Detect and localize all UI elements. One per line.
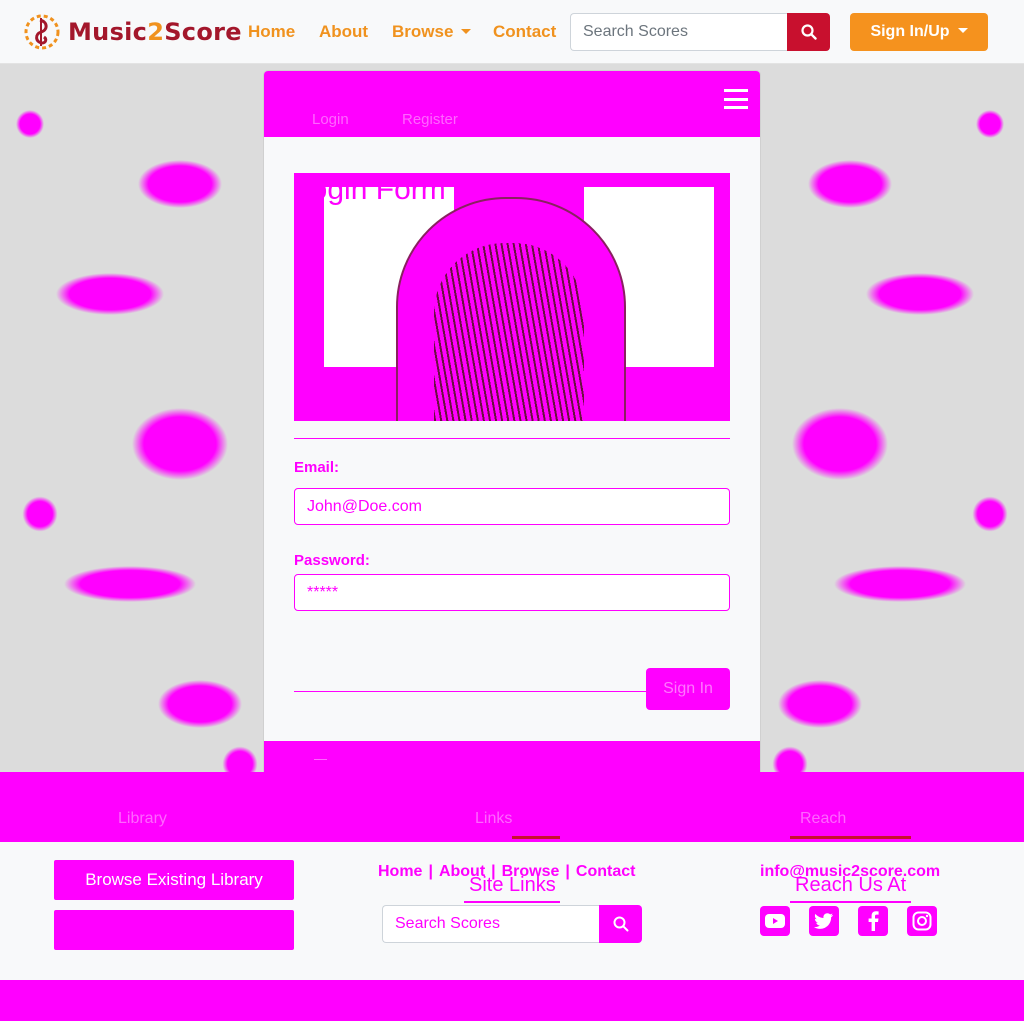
band-label: Reach: [800, 810, 847, 827]
footer-search-form: [382, 905, 642, 943]
menu-icon[interactable]: [724, 89, 748, 109]
search-input[interactable]: [570, 13, 787, 51]
footer-link-home[interactable]: Home: [378, 863, 422, 880]
band-label: Links: [475, 810, 513, 827]
footer-link-contact[interactable]: Contact: [576, 863, 636, 880]
reach-us-heading: Reach Us At: [795, 874, 907, 896]
search-icon: [613, 916, 628, 932]
password-field[interactable]: [294, 574, 730, 611]
form-title: Login Form: [294, 173, 446, 206]
tab-login[interactable]: Login: [312, 111, 349, 128]
band-label: Library: [118, 810, 167, 827]
social-links: [760, 906, 937, 936]
nav-browse[interactable]: Browse: [392, 22, 472, 42]
footer-search-button[interactable]: [599, 905, 642, 943]
section-band: Library Links Reach: [0, 772, 1024, 842]
tab-register[interactable]: Register: [402, 111, 458, 128]
divider: [294, 438, 730, 439]
login-card: Login Register Login Form Email: Passwor…: [263, 70, 761, 804]
card-header: Login Register: [264, 71, 760, 137]
youtube-icon[interactable]: [760, 906, 790, 936]
twitter-icon[interactable]: [809, 906, 839, 936]
sign-in-dropdown[interactable]: Sign In/Up: [850, 13, 988, 51]
password-label: Password:: [294, 552, 370, 569]
email-field[interactable]: [294, 488, 730, 525]
sign-in-label: Sign In/Up: [870, 23, 950, 40]
nav-contact[interactable]: Contact: [493, 22, 556, 42]
search-button[interactable]: [787, 13, 830, 51]
brand-name: Music2Score: [68, 18, 242, 46]
facebook-icon[interactable]: [858, 906, 888, 936]
browse-library-button[interactable]: Browse Existing Library: [54, 860, 294, 900]
submit-button[interactable]: Sign In: [646, 668, 730, 710]
form-illustration: [294, 173, 730, 421]
nav-home[interactable]: Home: [248, 22, 295, 42]
search-form: [570, 13, 830, 51]
logo-icon: [24, 14, 60, 50]
browse-library-button[interactable]: [54, 910, 294, 950]
search-icon: [800, 24, 817, 40]
bottom-bar: [0, 980, 1024, 1021]
navbar: Music2Score Home About Browse Contact Si…: [0, 0, 1024, 64]
chevron-down-icon: [957, 28, 968, 33]
footer: Browse Existing Library Home | About | Brows…: [0, 842, 1024, 980]
chevron-down-icon: [461, 29, 472, 34]
footer-search-input[interactable]: [382, 905, 599, 943]
email-label: Email:: [294, 459, 340, 476]
nav-browse-label: Browse: [392, 22, 454, 41]
instagram-icon[interactable]: [907, 906, 937, 936]
brand[interactable]: Music2Score: [22, 12, 242, 52]
site-links-heading: Site Links: [469, 874, 556, 896]
nav-about[interactable]: About: [319, 22, 368, 42]
